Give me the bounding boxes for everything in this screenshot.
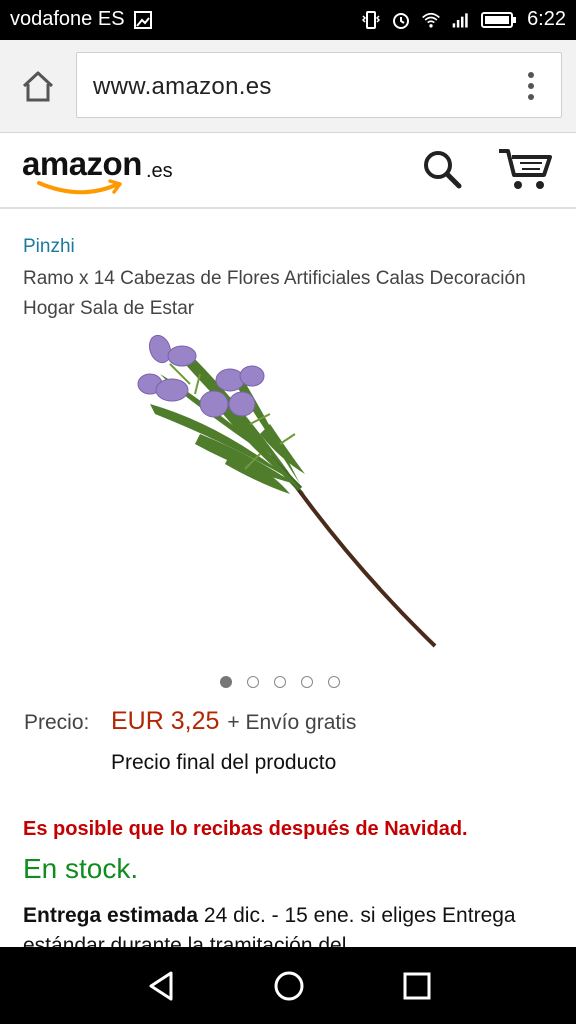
shipping-label: + Envío gratis — [227, 711, 357, 734]
smile-arrow-icon — [37, 179, 122, 195]
url-text[interactable]: www.amazon.es — [93, 73, 272, 101]
signal-icon — [452, 12, 468, 27]
image-carousel-dots — [220, 676, 340, 688]
overflow-menu-icon[interactable] — [519, 69, 543, 103]
image-icon — [133, 10, 152, 29]
carousel-dot[interactable] — [247, 676, 259, 688]
carousel-dot[interactable] — [301, 676, 313, 688]
product-title: Ramo x 14 Cabezas de Flores Artificiales… — [23, 268, 526, 319]
carousel-dot[interactable] — [328, 676, 340, 688]
back-icon[interactable] — [145, 969, 179, 1003]
url-bar[interactable]: www.amazon.es — [76, 52, 562, 118]
price-label: Precio: — [24, 711, 90, 734]
battery-icon — [481, 11, 517, 28]
carrier-label: vodafone ES — [10, 8, 125, 30]
clock-label: 6:22 — [527, 8, 566, 30]
delivery-bold-label: Entrega estimada — [23, 904, 199, 927]
recent-apps-icon[interactable] — [400, 969, 434, 1003]
status-left: vodafone ES — [10, 8, 153, 31]
brand-link[interactable]: Pinzhi — [23, 236, 75, 258]
delivery-warning: Es posible que lo recibas después de Nav… — [23, 818, 468, 840]
home-circle-icon[interactable] — [272, 969, 306, 1003]
final-price-note: Precio final del producto — [111, 751, 337, 774]
carousel-dot[interactable] — [274, 676, 286, 688]
alarm-icon — [393, 12, 410, 29]
android-nav-bar — [0, 947, 576, 1024]
home-icon[interactable] — [18, 68, 58, 104]
logo-word: amazon — [22, 145, 142, 182]
price-value: EUR 3,25 — [111, 707, 220, 735]
cart-icon[interactable] — [496, 143, 556, 193]
amazon-logo[interactable]: amazon .es — [22, 145, 182, 195]
vibrate-icon — [362, 10, 381, 29]
carousel-dot[interactable] — [220, 676, 232, 688]
wifi-icon — [422, 12, 440, 27]
status-bar: vodafone ES 6:22 — [0, 0, 576, 40]
logo-suffix: .es — [146, 160, 173, 182]
search-icon[interactable] — [420, 147, 464, 191]
amazon-header: amazon .es — [0, 133, 576, 209]
browser-toolbar: www.amazon.es — [0, 40, 576, 133]
flower-bouquet-image[interactable] — [130, 334, 460, 654]
status-right: 6:22 — [361, 8, 566, 31]
stock-status: En stock. — [23, 853, 139, 884]
price-row: Precio: EUR 3,25 + Envío gratis — [24, 707, 356, 736]
